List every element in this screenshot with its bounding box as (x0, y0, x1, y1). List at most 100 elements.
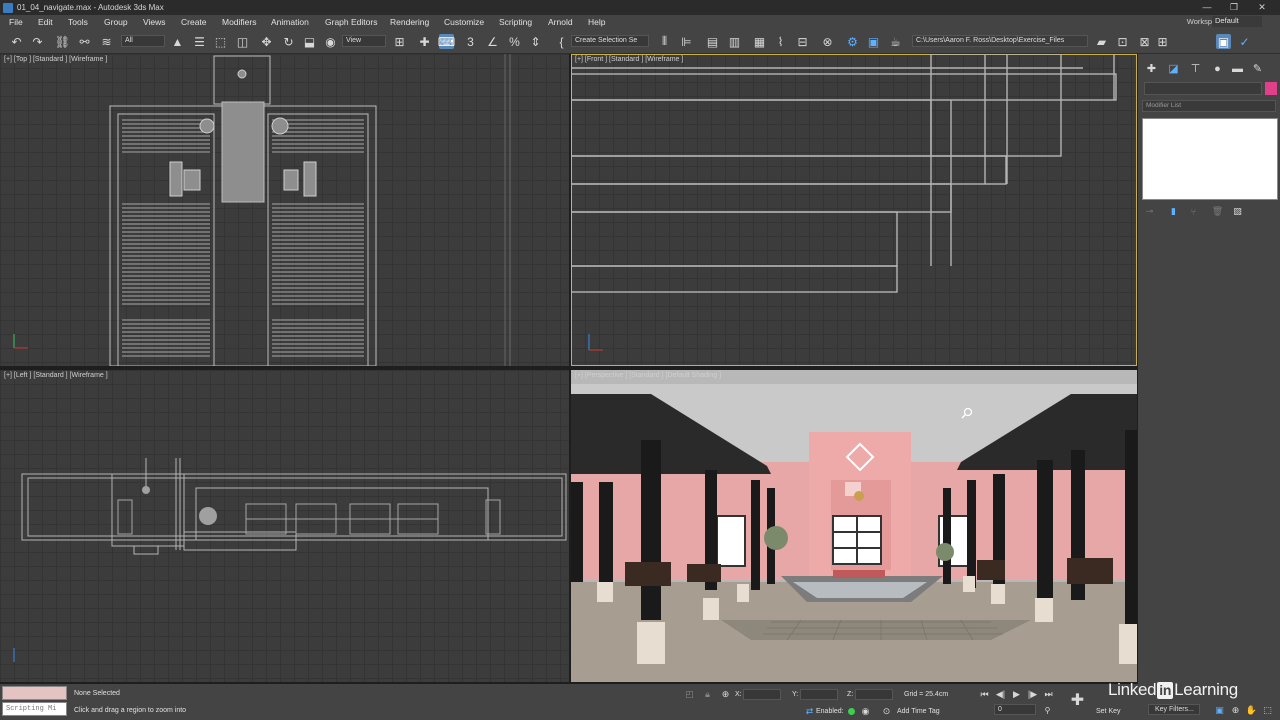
motion-tab-icon[interactable]: ● (1210, 61, 1225, 76)
bind-spacewarp-icon[interactable]: ≋ (99, 34, 114, 49)
set-project-icon[interactable]: ⊡ (1115, 34, 1130, 49)
unlink-icon[interactable]: ⚯ (77, 34, 92, 49)
minimize-button[interactable]: — (1193, 0, 1221, 15)
viewport-perspective[interactable]: [+] [Perspective ] [Standard ] [Default … (571, 370, 1137, 682)
menu-modifiers[interactable]: Modifiers (222, 17, 256, 27)
viewport-top[interactable]: [+] [Top ] [Standard ] [Wireframe ] (0, 54, 569, 366)
redo-icon[interactable]: ↷ (30, 34, 45, 49)
modifier-list-dropdown[interactable]: Modifier List (1142, 100, 1276, 112)
menu-scripting[interactable]: Scripting (499, 17, 532, 27)
time-tag-icon[interactable]: ⇄ (802, 704, 817, 719)
link-icon[interactable]: ⛓ (55, 34, 70, 49)
close-button[interactable]: ✕ (1248, 0, 1276, 15)
window-crossing-icon[interactable]: ◫ (235, 34, 250, 49)
pin-stack-icon[interactable]: ⊸ (1142, 204, 1157, 219)
percent-snap-icon[interactable]: % (507, 34, 522, 49)
place-icon[interactable]: ◉ (323, 34, 338, 49)
menu-edit[interactable]: Edit (38, 17, 53, 27)
utilities-tab-icon[interactable]: ✎ (1250, 61, 1265, 76)
select-object-icon[interactable]: ▲ (170, 34, 185, 49)
x-coordinate-field[interactable] (743, 689, 781, 700)
selection-lock-icon[interactable]: 🔒︎ (700, 687, 715, 702)
mirror-icon[interactable]: ⫴ (657, 34, 672, 49)
scale-icon[interactable]: ⬓ (302, 34, 317, 49)
restore-button[interactable]: ❐ (1220, 0, 1248, 15)
key-mode-icon[interactable]: ⚲ (1040, 703, 1055, 718)
previous-frame-icon[interactable]: ◀| (993, 687, 1008, 702)
adaptive-degradation-icon[interactable]: ◉ (858, 704, 873, 719)
project-folder-path[interactable]: C:\Users\Aaron F. Ross\Desktop\Exercise_… (912, 35, 1088, 47)
select-manipulate-icon[interactable]: ✚ (417, 34, 432, 49)
viewport-front[interactable]: [+] [Front ] [Standard ] [Wireframe ] (571, 54, 1137, 366)
time-tag-add-icon[interactable]: ⊙ (879, 704, 894, 719)
go-to-end-icon[interactable]: ⏭ (1041, 687, 1056, 702)
render-production-icon[interactable]: ☕ (888, 34, 903, 49)
sign-in-status-icon[interactable]: ✓ (1237, 34, 1252, 49)
project-settings-icon[interactable]: ⊞ (1155, 34, 1170, 49)
rendered-frame-window-icon[interactable]: ▣ (866, 34, 881, 49)
angle-snap-icon[interactable]: ∠ (485, 34, 500, 49)
spinner-snap-icon[interactable]: ⇕ (528, 34, 543, 49)
add-time-tag[interactable]: Add Time Tag (897, 708, 940, 715)
display-tab-icon[interactable]: ▬ (1230, 61, 1245, 76)
maximize-viewport-icon[interactable]: ⬚ (1260, 703, 1275, 718)
menu-rendering[interactable]: Rendering (390, 17, 429, 27)
menu-animation[interactable]: Animation (271, 17, 309, 27)
viewport-left-label[interactable]: [+] [Left ] [Standard ] [Wireframe ] (4, 372, 108, 379)
object-color-swatch[interactable] (1265, 82, 1277, 95)
viewport-top-label[interactable]: [+] [Top ] [Standard ] [Wireframe ] (4, 56, 107, 63)
y-coordinate-field[interactable] (800, 689, 838, 700)
workspace-toggle-icon[interactable]: ▣ (1216, 34, 1231, 49)
select-by-name-icon[interactable]: ☰ (192, 34, 207, 49)
project-folder-icon[interactable]: ▰ (1094, 34, 1109, 49)
menu-file[interactable]: File (9, 17, 23, 27)
snaps-toggle-icon[interactable]: 3 (463, 34, 478, 49)
align-icon[interactable]: ⊫ (679, 34, 694, 49)
enabled-indicator-icon[interactable] (848, 708, 855, 715)
undo-icon[interactable]: ↶ (9, 34, 24, 49)
menu-graph-editors[interactable]: Graph Editors (325, 17, 377, 27)
z-coordinate-field[interactable] (855, 689, 893, 700)
absolute-transform-icon[interactable]: ⊕ (718, 687, 733, 702)
show-end-result-icon[interactable]: ▮ (1166, 204, 1181, 219)
pan-view-icon[interactable]: ✋ (1244, 703, 1259, 718)
modifier-stack[interactable] (1142, 118, 1278, 200)
workspaces-dropdown[interactable]: Default (1212, 16, 1262, 27)
toggle-layer-explorer-icon[interactable]: ▥ (727, 34, 742, 49)
configure-modifier-sets-icon[interactable]: ▧ (1230, 204, 1245, 219)
menu-create[interactable]: Create (181, 17, 207, 27)
menu-tools[interactable]: Tools (68, 17, 88, 27)
viewport-front-label[interactable]: [+] [Front ] [Standard ] [Wireframe ] (575, 56, 683, 63)
modify-tab-icon[interactable]: ◪ (1166, 61, 1181, 76)
rotate-icon[interactable]: ↻ (281, 34, 296, 49)
curve-editor-icon[interactable]: ⌇ (773, 34, 788, 49)
toggle-ribbon-icon[interactable]: ▦ (752, 34, 767, 49)
keyboard-shortcut-override-icon[interactable]: ⌨ (438, 34, 455, 49)
remove-modifier-icon[interactable]: 🗑 (1210, 204, 1225, 219)
pivot-center-icon[interactable]: ⊞ (392, 34, 407, 49)
play-icon[interactable]: ▶ (1009, 687, 1024, 702)
isolate-selection-icon[interactable]: ◰ (682, 687, 697, 702)
zoom-region-icon[interactable]: ⊕ (1228, 703, 1243, 718)
project-list-icon[interactable]: ⊠ (1137, 34, 1152, 49)
menu-arnold[interactable]: Arnold (548, 17, 573, 27)
create-tab-icon[interactable]: ✚ (1144, 61, 1159, 76)
render-setup-icon[interactable]: ⚙ (845, 34, 860, 49)
toggle-scene-explorer-icon[interactable]: ▤ (705, 34, 720, 49)
selection-filter-dropdown[interactable]: All (121, 35, 165, 47)
object-name-field[interactable] (1144, 82, 1262, 95)
reference-coordinate-dropdown[interactable]: View (342, 35, 386, 47)
next-frame-icon[interactable]: |▶ (1025, 687, 1040, 702)
go-to-start-icon[interactable]: ⏮ (977, 687, 992, 702)
region-select-icon[interactable]: ⬚ (213, 34, 228, 49)
hierarchy-tab-icon[interactable]: ⊤ (1188, 61, 1203, 76)
menu-views[interactable]: Views (143, 17, 166, 27)
maxscript-mini-listener[interactable]: Scripting Mi (2, 702, 67, 716)
viewport-left[interactable]: [+] [Left ] [Standard ] [Wireframe ] (0, 370, 569, 682)
material-editor-icon[interactable]: ⊗ (820, 34, 835, 49)
zoom-extents-icon[interactable]: ▣ (1212, 703, 1227, 718)
move-icon[interactable]: ✥ (259, 34, 274, 49)
schematic-view-icon[interactable]: ⊟ (795, 34, 810, 49)
viewport-perspective-label[interactable]: [+] [Perspective ] [Standard ] [Default … (575, 372, 721, 379)
menu-help[interactable]: Help (588, 17, 605, 27)
